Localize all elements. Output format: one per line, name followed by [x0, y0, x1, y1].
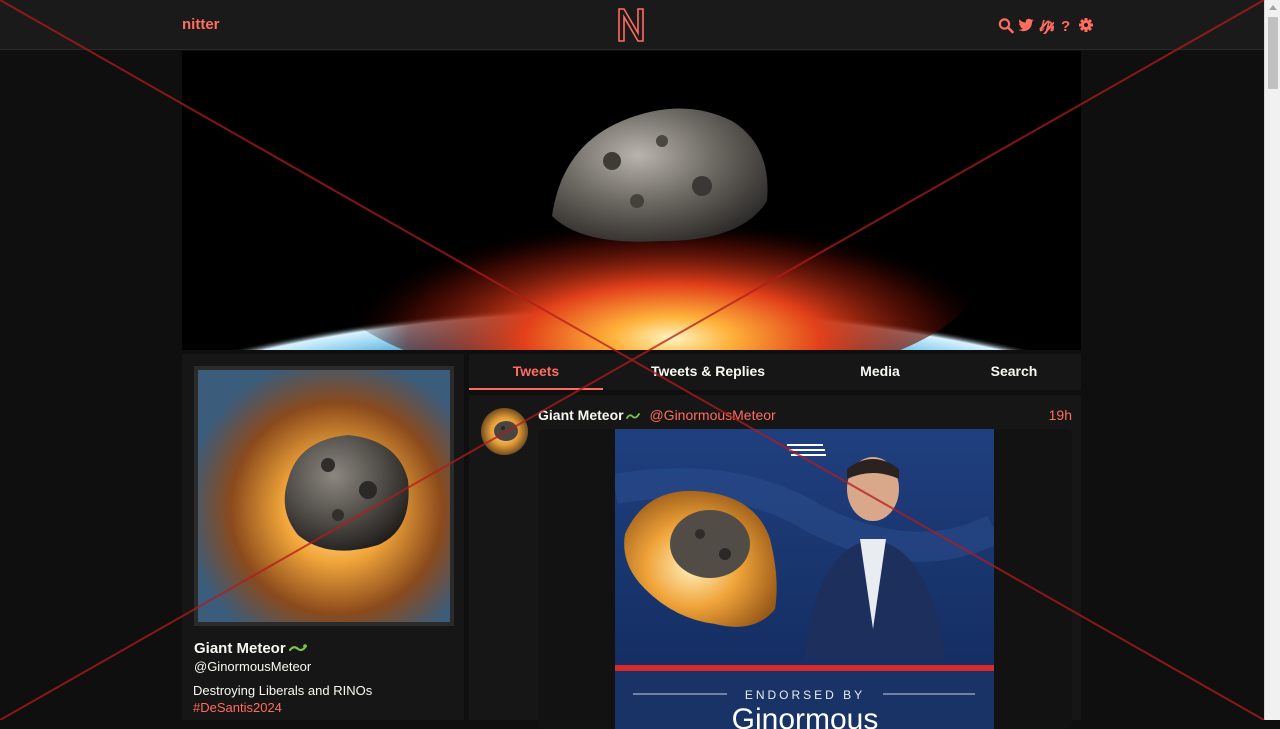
scroll-up-arrow-icon[interactable]	[1269, 5, 1277, 10]
settings-icon[interactable]	[1078, 16, 1094, 34]
tab-tweets-replies[interactable]: Tweets & Replies	[641, 354, 775, 390]
timeline-tabs: Tweets Tweets & Replies Media Search	[469, 354, 1081, 390]
profile-fullname[interactable]: Giant Meteor	[194, 640, 307, 657]
help-icon[interactable]: ?	[1058, 16, 1074, 34]
profile-username[interactable]: @GinormousMeteor	[194, 659, 311, 674]
tab-media[interactable]: Media	[813, 354, 947, 390]
nav-icons: 𝓁𝓅 ?	[998, 15, 1094, 35]
media-subheading: Ginormous	[732, 703, 879, 729]
profile-avatar[interactable]	[194, 366, 454, 626]
tweet-media[interactable]: ENDORSED BY Ginormous	[538, 429, 1072, 729]
scrollbar[interactable]	[1264, 0, 1280, 720]
profile-fullname-text: Giant Meteor	[194, 640, 286, 657]
profile-card: Giant Meteor @GinormousMeteor Destroying…	[182, 354, 464, 720]
snake-emoji-icon	[625, 407, 640, 423]
tab-search[interactable]: Search	[947, 354, 1081, 390]
navbar: nitter 𝓁𝓅 ?	[0, 0, 1264, 50]
profile-bio-text: Destroying Liberals and RINOs	[193, 683, 373, 698]
nitter-logo[interactable]	[616, 7, 646, 43]
snake-emoji-icon	[288, 640, 307, 657]
tweet-avatar[interactable]	[481, 408, 528, 455]
tweet-media-image[interactable]: ENDORSED BY Ginormous	[615, 429, 994, 729]
profile-bio: Destroying Liberals and RINOs #DeSantis2…	[193, 682, 372, 716]
rss-icon[interactable]: 𝓁𝓅	[1038, 16, 1054, 34]
svg-text:?: ?	[1061, 18, 1070, 34]
tweet-header: Giant Meteor @GinormousMeteor 19h	[538, 407, 1072, 425]
profile-hashtag-link[interactable]: #DeSantis2024	[193, 699, 372, 716]
tweet-fullname-text: Giant Meteor	[538, 407, 624, 423]
tab-tweets[interactable]: Tweets	[469, 354, 603, 390]
twitter-icon[interactable]	[1018, 16, 1034, 34]
media-heading: ENDORSED BY	[745, 688, 865, 702]
scroll-thumb[interactable]	[1268, 17, 1278, 89]
profile-banner[interactable]	[182, 51, 1081, 350]
search-icon[interactable]	[998, 16, 1014, 34]
nav-brand-link[interactable]: nitter	[182, 16, 220, 33]
tweet-username[interactable]: @GinormousMeteor	[649, 407, 775, 423]
tweet-fullname[interactable]: Giant Meteor	[538, 407, 640, 423]
tweet-date[interactable]: 19h	[1049, 407, 1072, 423]
timeline: Giant Meteor @GinormousMeteor 19h ENDORS…	[469, 395, 1081, 729]
